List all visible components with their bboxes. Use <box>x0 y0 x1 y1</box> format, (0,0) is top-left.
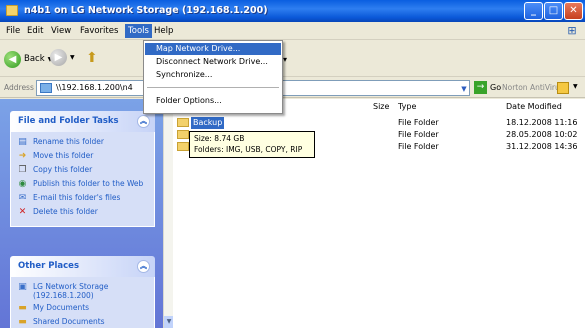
folder-info-tooltip: Size: 8.74 GB Folders: IMG, USB, COPY, R… <box>189 131 315 158</box>
menu-folder-options[interactable]: Folder Options... <box>145 95 281 107</box>
menu-favorites[interactable]: Favorites <box>77 24 121 38</box>
task-label: Move this folder <box>33 151 94 160</box>
folder-icon <box>177 118 189 127</box>
window-title: n4b1 on LG Network Storage (192.168.1.20… <box>24 5 268 16</box>
address-bar: Address \\192.168.1.200\n4 ▼ → Go Norton… <box>0 78 585 98</box>
column-size[interactable]: Size <box>373 99 389 115</box>
tooltip-size: Size: 8.74 GB <box>194 134 245 143</box>
panel-title: Other Places <box>18 261 79 271</box>
forward-button[interactable]: ▶ ▼ <box>50 49 75 66</box>
title-bar[interactable]: n4b1 on LG Network Storage (192.168.1.20… <box>0 0 585 22</box>
file-name: Backup <box>191 117 225 129</box>
views-dropdown-icon[interactable]: ▾ <box>283 55 287 64</box>
task-label: Publish this folder to the Web <box>33 179 144 188</box>
other-places-panel: Other Places ︽ ▣ LG Network Storage (192… <box>10 256 155 328</box>
place-label: My Documents <box>33 303 90 312</box>
place-label: LG Network Storage (192.168.1.200) <box>33 282 109 300</box>
task-email-files[interactable]: ✉ E-mail this folder's files <box>17 193 148 204</box>
place-my-documents[interactable]: ▬ My Documents <box>17 303 148 314</box>
panel-header[interactable]: Other Places ︽ <box>10 256 155 277</box>
maximize-button[interactable]: □ <box>544 2 563 20</box>
collapse-chevron-icon[interactable]: ︽ <box>137 115 150 128</box>
place-lg-network-storage[interactable]: ▣ LG Network Storage (192.168.1.200) <box>17 282 148 300</box>
tooltip-folders: Folders: IMG, USB, COPY, RIP <box>194 144 303 154</box>
task-move-folder[interactable]: ➜ Move this folder <box>17 151 148 162</box>
column-date-modified[interactable]: Date Modified <box>506 99 562 115</box>
tools-menu-dropdown: Map Network Drive... Disconnect Network … <box>143 40 283 114</box>
network-drive-icon <box>40 83 52 93</box>
back-arrow-icon: ◀ <box>4 50 21 68</box>
forward-dropdown-icon[interactable]: ▼ <box>70 54 75 61</box>
folder-icon <box>177 142 189 151</box>
menu-help[interactable]: Help <box>151 24 176 38</box>
network-folder-icon <box>6 5 18 16</box>
file-type: File Folder <box>398 130 439 139</box>
explorer-window: n4b1 on LG Network Storage (192.168.1.20… <box>0 0 585 328</box>
address-value: \\192.168.1.200\n4 <box>56 83 133 92</box>
task-pane: File and Folder Tasks ︽ ▤ Rename this fo… <box>0 99 163 328</box>
place-label: Shared Documents <box>33 317 105 326</box>
go-label: Go <box>490 83 502 92</box>
task-pane-scrollbar[interactable]: ▼ <box>163 99 174 328</box>
folder-up-icon[interactable]: ⬆ <box>86 49 104 67</box>
file-modified: 31.12.2008 14:36 <box>506 142 578 151</box>
panel-header[interactable]: File and Folder Tasks ︽ <box>10 111 155 132</box>
go-arrow-icon: → <box>474 81 487 94</box>
menu-bar: File Edit View Favorites Tools Help ⊞ <box>0 22 585 40</box>
panel-title: File and Folder Tasks <box>18 116 119 126</box>
go-button[interactable]: → Go <box>474 81 501 94</box>
menu-file[interactable]: File <box>3 24 23 38</box>
collapse-chevron-icon[interactable]: ︽ <box>137 260 150 273</box>
globe-icon: ◉ <box>18 179 27 189</box>
windows-logo-icon: ⊞ <box>567 24 577 37</box>
folder-icon: ▬ <box>18 317 27 327</box>
menu-map-network-drive[interactable]: Map Network Drive... <box>145 43 281 55</box>
task-delete-folder[interactable]: ✕ Delete this folder <box>17 207 148 218</box>
folder-icon <box>177 130 189 139</box>
menu-tools[interactable]: Tools <box>125 24 152 38</box>
task-label: E-mail this folder's files <box>33 193 121 202</box>
task-label: Copy this folder <box>33 165 93 174</box>
menu-separator <box>147 87 279 88</box>
column-type[interactable]: Type <box>398 99 416 115</box>
file-type: File Folder <box>398 118 439 127</box>
task-publish-web[interactable]: ◉ Publish this folder to the Web <box>17 179 148 190</box>
minimize-button[interactable]: _ <box>524 2 543 20</box>
panel-body: ▣ LG Network Storage (192.168.1.200) ▬ M… <box>10 277 155 328</box>
folder-icon: ▬ <box>18 303 27 313</box>
move-icon: ➜ <box>18 151 27 161</box>
copy-icon: ❐ <box>18 165 27 175</box>
menu-disconnect-network-drive[interactable]: Disconnect Network Drive... <box>145 56 281 68</box>
email-icon: ✉ <box>18 193 27 203</box>
menu-synchronize[interactable]: Synchronize... <box>145 69 281 81</box>
table-row[interactable]: Backup File Folder 18.12.2008 11:16 <box>173 117 585 129</box>
task-copy-folder[interactable]: ❐ Copy this folder <box>17 165 148 176</box>
delete-icon: ✕ <box>18 207 27 217</box>
close-button[interactable]: ✕ <box>564 2 583 20</box>
file-folder-tasks-panel: File and Folder Tasks ︽ ▤ Rename this fo… <box>10 111 155 227</box>
panel-body: ▤ Rename this folder ➜ Move this folder … <box>10 132 155 227</box>
task-label: Delete this folder <box>33 207 98 216</box>
task-label: Rename this folder <box>33 137 104 146</box>
norton-dropdown-icon[interactable]: ▼ <box>573 83 578 90</box>
place-shared-documents[interactable]: ▬ Shared Documents <box>17 317 148 328</box>
back-button[interactable]: ◀ Back ▼ <box>4 49 52 69</box>
norton-icon[interactable] <box>557 82 569 94</box>
address-label: Address <box>4 83 34 92</box>
norton-label[interactable]: Norton AntiVirus <box>502 83 564 92</box>
rename-icon: ▤ <box>18 137 27 147</box>
forward-arrow-icon: ▶ <box>50 49 67 66</box>
toolbar: ◀ Back ▼ ▶ ▼ ⬆ ▾ <box>0 41 585 77</box>
file-modified: 18.12.2008 11:16 <box>506 118 578 127</box>
network-storage-icon: ▣ <box>18 282 27 292</box>
file-modified: 28.05.2008 10:02 <box>506 130 578 139</box>
menu-view[interactable]: View <box>48 24 74 38</box>
file-type: File Folder <box>398 142 439 151</box>
back-label: Back <box>24 54 45 64</box>
address-dropdown-icon[interactable]: ▼ <box>458 84 470 94</box>
menu-edit[interactable]: Edit <box>24 24 46 38</box>
task-rename-folder[interactable]: ▤ Rename this folder <box>17 137 148 148</box>
